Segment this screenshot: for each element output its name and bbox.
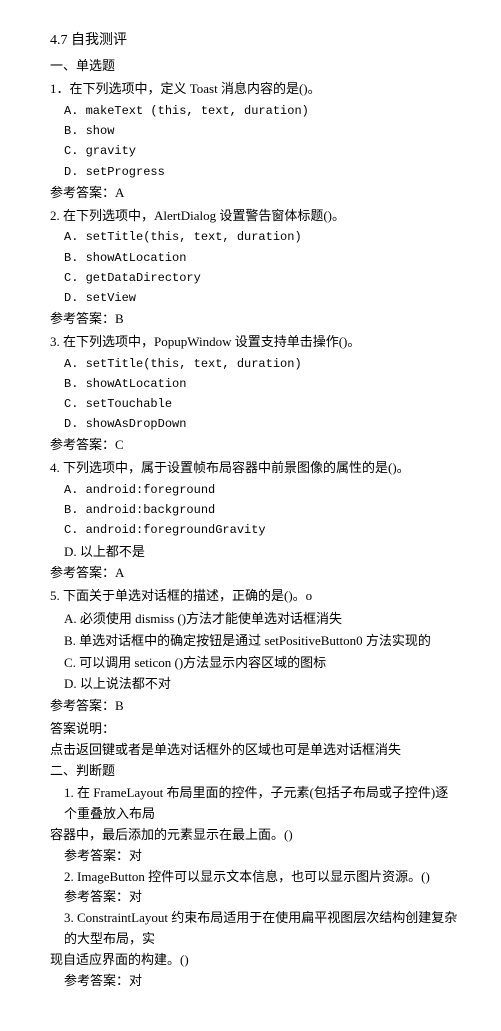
q3-option-a: A. setTitle(this, text, duration) <box>50 355 461 374</box>
j2-answer: 参考答案：对 <box>50 887 461 908</box>
q1-text: 1．在下列选项中，定义 Toast 消息内容的是()。 <box>50 79 461 100</box>
q2-option-a: A. setTitle(this, text, duration) <box>50 228 461 247</box>
j1-text-b: 容器中，最后添加的元素显示在最上面。() <box>50 825 461 846</box>
q2-option-c: C. getDataDirectory <box>50 269 461 288</box>
q5-option-c: C. 可以调用 seticon ()方法显示内容区域的图标 <box>50 653 461 674</box>
q3-option-b: B. showAtLocation <box>50 375 461 394</box>
q1-option-d: D. setProgress <box>50 163 461 182</box>
section-heading-2: 二、判断题 <box>50 761 461 782</box>
j3-text-a: 3. ConstraintLayout 约束布局适用于在使用扁平视图层次结构创建… <box>50 908 461 950</box>
q3-text: 3. 在下列选项中，PopupWindow 设置支持单击操作()。 <box>50 332 461 353</box>
explain-text: 点击返回键或者是单选对话框外的区域也可是单选对话框消失 <box>50 740 461 761</box>
j3-answer: 参考答案：对 <box>50 971 461 992</box>
j2-text: 2. ImageButton 控件可以显示文本信息，也可以显示图片资源。() <box>50 867 461 888</box>
q5-option-d: D. 以上说法都不对 <box>50 674 461 695</box>
q1-answer: 参考答案：A <box>50 183 461 204</box>
q2-answer: 参考答案：B <box>50 309 461 330</box>
q1-option-a: A. makeText (this, text, duration) <box>50 102 461 121</box>
q4-text: 4. 下列选项中，属于设置帧布局容器中前景图像的属性的是()。 <box>50 458 461 479</box>
q3-option-c: C. setTouchable <box>50 395 461 414</box>
q4-option-a: A. android:foreground <box>50 481 461 500</box>
q4-answer: 参考答案：A <box>50 563 461 584</box>
j3-text-b: 现自适应界面的构建。() <box>50 950 461 971</box>
q3-answer: 参考答案：C <box>50 435 461 456</box>
q3-option-d: D. showAsDropDown <box>50 415 461 434</box>
section-heading-1: 一、单选题 <box>50 56 461 77</box>
q2-option-d: D. setView <box>50 289 461 308</box>
q5-option-a: A. 必须使用 dismiss ()方法才能使单选对话框消失 <box>50 609 461 630</box>
page-title: 4.7 自我测评 <box>50 30 461 52</box>
j1-text-a: 1. 在 FrameLayout 布局里面的控件，子元素(包括子布局或子控件)逐… <box>50 783 461 825</box>
q4-option-c: C. android:foregroundGravity <box>50 521 461 540</box>
q5-text: 5. 下面关于单选对话框的描述，正确的是()。o <box>50 586 461 607</box>
q1-option-c: C. gravity <box>50 142 461 161</box>
q1-option-b: B. show <box>50 122 461 141</box>
explain-label: 答案说明： <box>50 719 461 740</box>
q5-answer: 参考答案：B <box>50 696 461 717</box>
q4-option-d: D. 以上都不是 <box>50 542 461 563</box>
q5-option-b: B. 单选对话框中的确定按钮是通过 setPositiveButton0 方法实… <box>50 631 461 652</box>
q4-option-b: B. android:background <box>50 501 461 520</box>
q2-option-b: B. showAtLocation <box>50 249 461 268</box>
j1-answer: 参考答案：对 <box>50 846 461 867</box>
q2-text: 2. 在下列选项中，AlertDialog 设置警告窗体标题()。 <box>50 206 461 227</box>
